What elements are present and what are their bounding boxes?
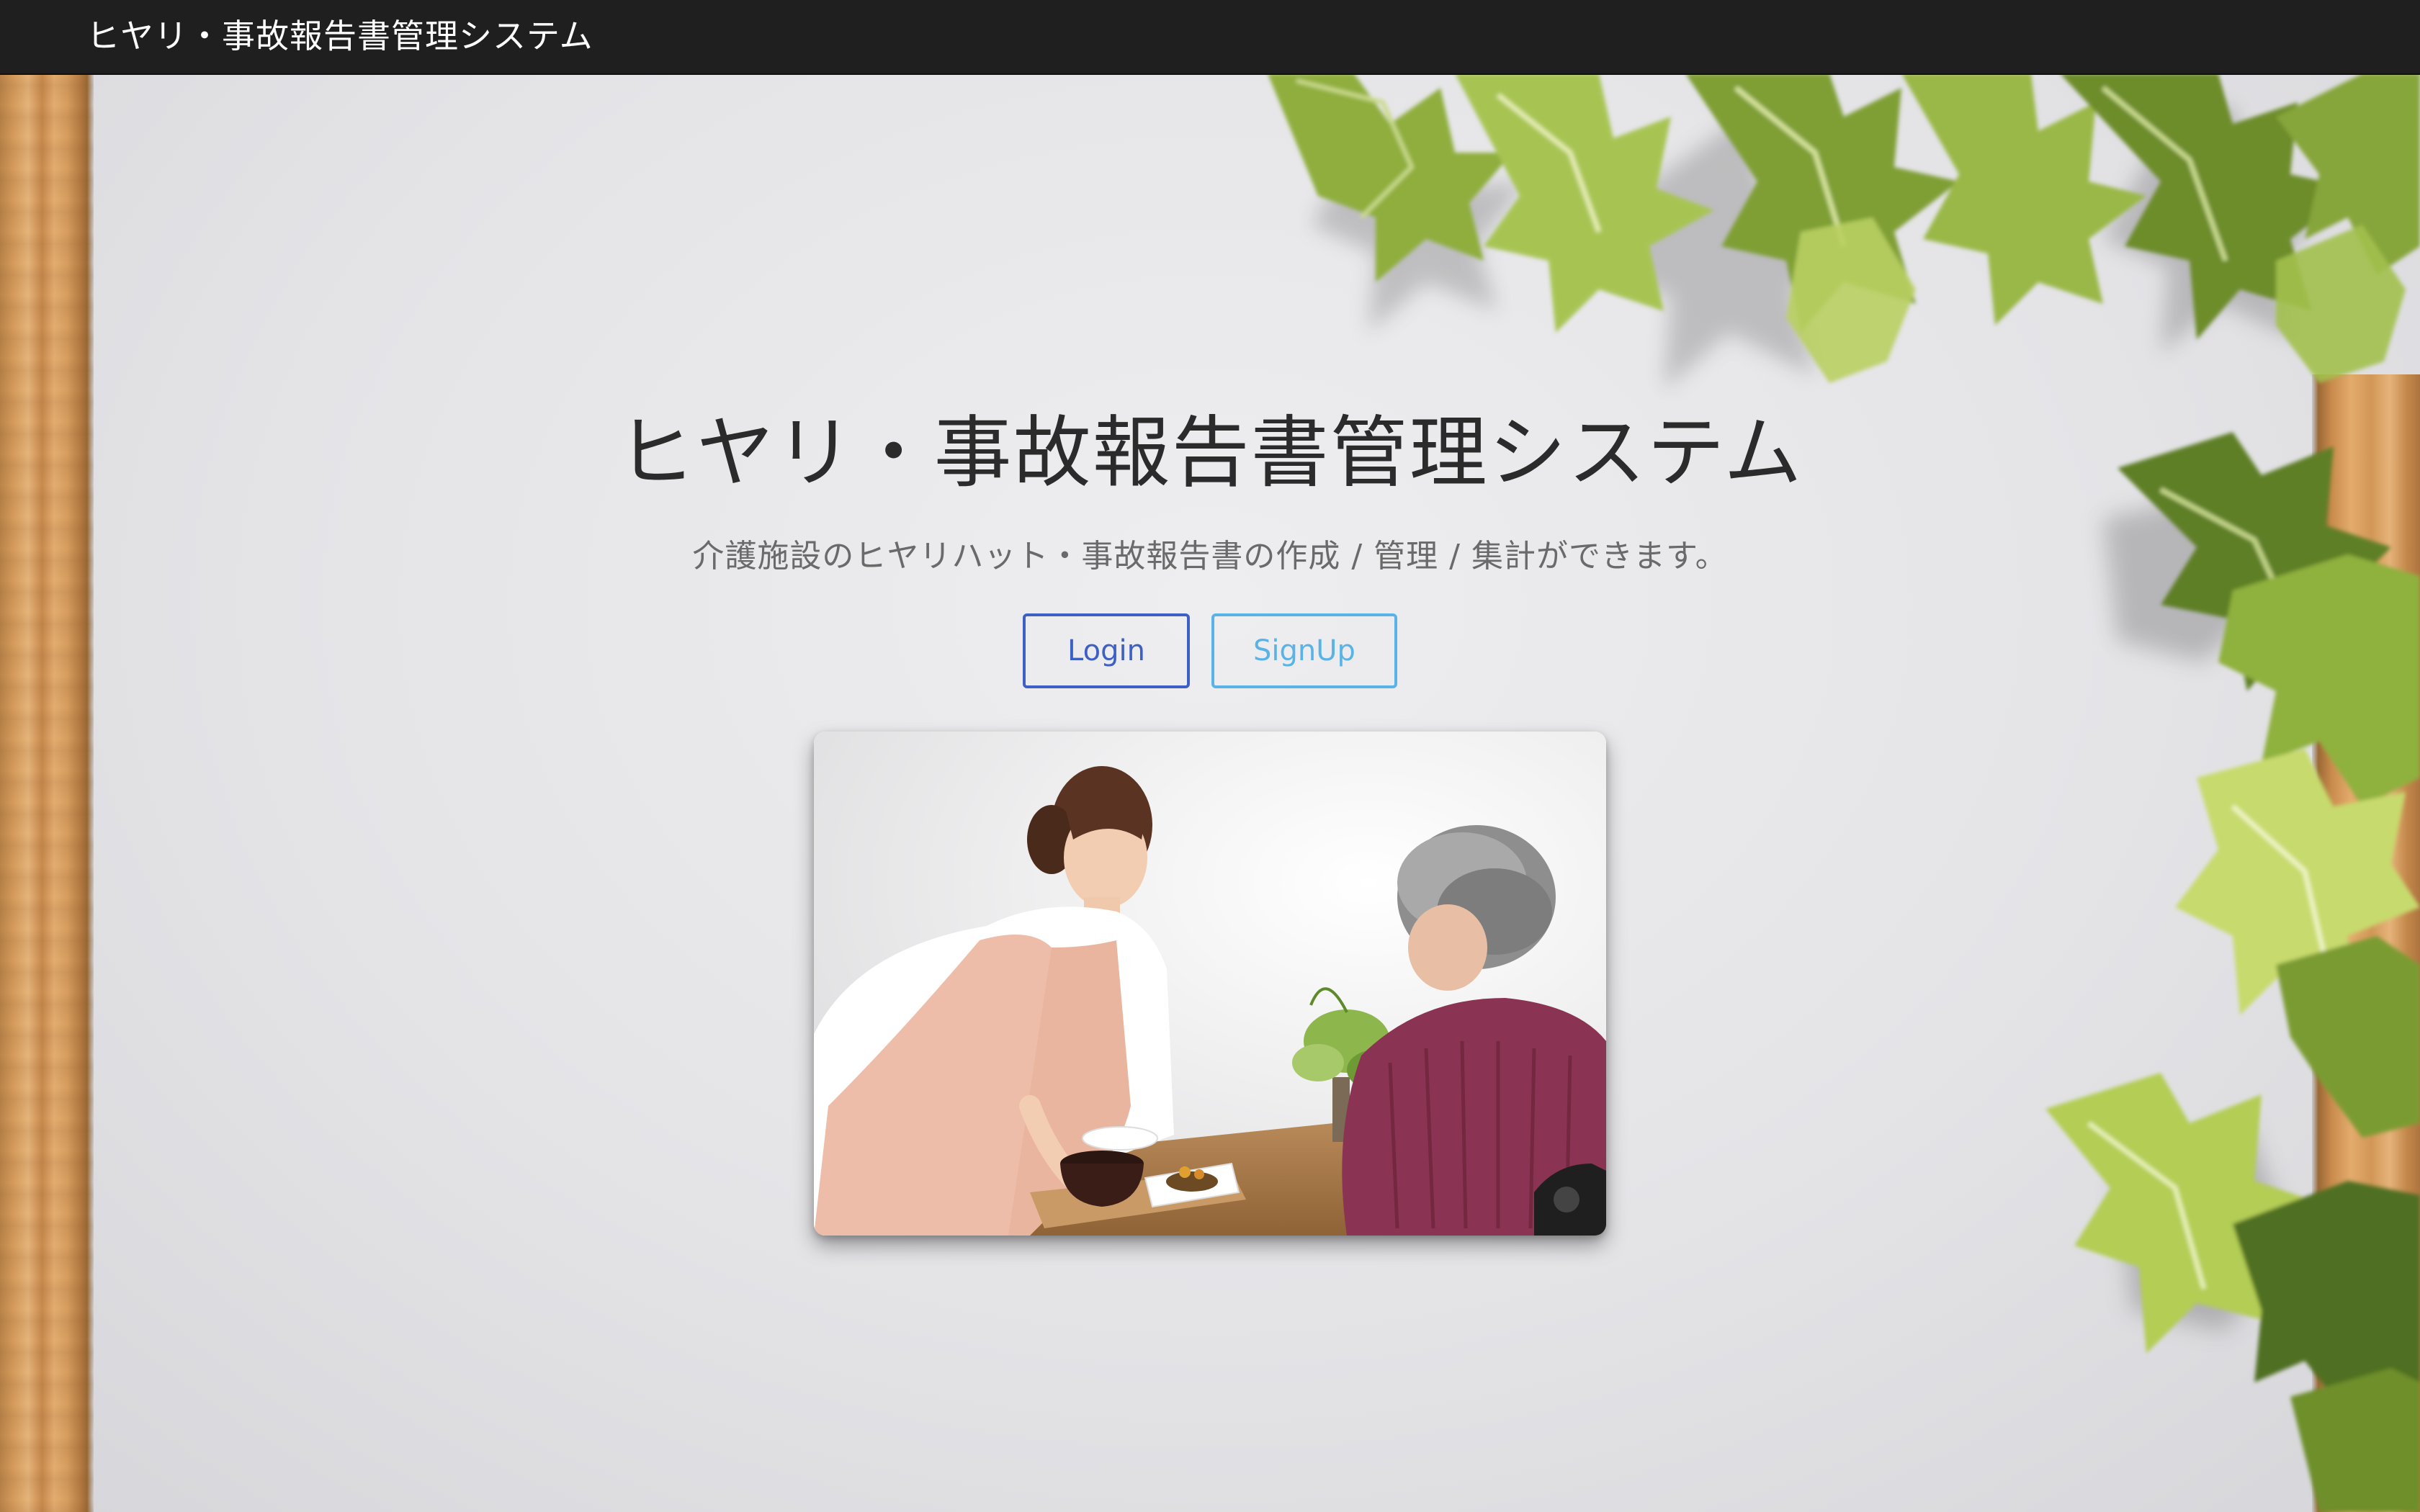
caregiver-photo-illustration: [814, 732, 1606, 1236]
hero-section: ヒヤリ・事故報告書管理システム 介護施設のヒヤリハット・事故報告書の作成 / 管…: [0, 389, 2420, 688]
wood-frame-left: [0, 73, 94, 1512]
hero-subtitle: 介護施設のヒヤリハット・事故報告書の作成 / 管理 / 集計ができます。: [692, 538, 1728, 575]
landing-page: ヒヤリ・事故報告書管理システム ヒヤリ・事故報告書管理システム 介護施設のヒヤリ…: [0, 0, 2420, 1512]
hero-title: ヒヤリ・事故報告書管理システム: [617, 408, 1803, 498]
auth-button-group: Login SignUp: [0, 613, 2420, 688]
signup-button[interactable]: SignUp: [1211, 613, 1397, 688]
login-button[interactable]: Login: [1023, 613, 1190, 688]
navbar-brand-link[interactable]: ヒヤリ・事故報告書管理システム: [86, 0, 593, 73]
top-navbar: ヒヤリ・事故報告書管理システム: [0, 0, 2420, 75]
caregiver-serving-meal-photo: [814, 732, 1606, 1236]
